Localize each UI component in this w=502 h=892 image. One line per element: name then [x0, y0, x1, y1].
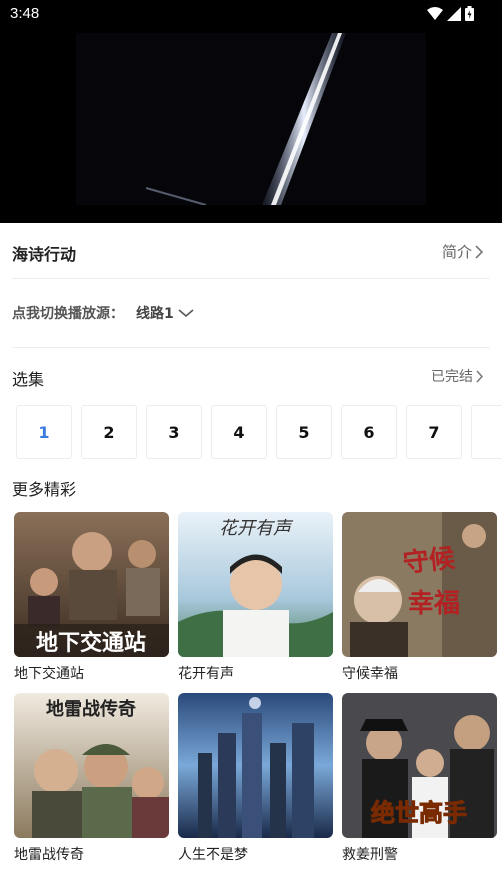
- video-player-area[interactable]: 3:48: [0, 0, 502, 223]
- battery-icon: [465, 6, 474, 21]
- poster-image[interactable]: 地雷战传奇: [14, 693, 169, 838]
- recommend-card[interactable]: 人生不是梦: [178, 693, 333, 864]
- card-title: 人生不是梦: [178, 847, 248, 863]
- signal-icon: [447, 6, 461, 21]
- poster-image[interactable]: 绝世高手: [342, 693, 497, 838]
- title-row: 海诗行动 简介: [12, 239, 484, 267]
- recommend-card[interactable]: 守候 幸福 守候幸福: [342, 512, 497, 683]
- divider: [12, 278, 490, 279]
- svg-text:守候: 守候: [401, 543, 457, 579]
- episodes-title: 选集: [12, 370, 45, 389]
- divider: [12, 347, 490, 348]
- episodes-status-button[interactable]: 已完结: [431, 366, 484, 386]
- episode-button[interactable]: 6: [341, 405, 397, 459]
- episode-button[interactable]: 1: [16, 405, 72, 459]
- episodes-status: 已完结: [431, 369, 473, 385]
- detail-panel: 海诗行动 简介 点我切换播放源： 线路1 选集 已完结 1234567 更多精彩: [0, 223, 502, 892]
- svg-text:幸福: 幸福: [408, 589, 460, 619]
- recommend-card[interactable]: 绝世高手 救姜刑警: [342, 693, 497, 864]
- poster-image[interactable]: [178, 693, 333, 838]
- episode-button[interactable]: 4: [211, 405, 267, 459]
- show-title: 海诗行动: [12, 245, 77, 264]
- episode-button-partial[interactable]: [471, 405, 502, 459]
- status-icons: [427, 6, 474, 21]
- video-still: [76, 33, 426, 205]
- recommend-grid: 地下交通站 地下交通站 花开有声 花开有声 守候 幸福 守候幸福 地雷战传奇 地…: [14, 512, 498, 864]
- chevron-right-icon: [475, 244, 484, 259]
- svg-text:地下交通站: 地下交通站: [36, 630, 146, 656]
- chevron-right-icon: [476, 369, 484, 383]
- recommend-card[interactable]: 地下交通站 地下交通站: [14, 512, 169, 683]
- svg-text:绝世高手: 绝世高手: [371, 798, 467, 827]
- card-title: 花开有声: [178, 666, 234, 682]
- status-time: 3:48: [10, 5, 40, 22]
- episodes-header: 选集 已完结: [12, 365, 484, 389]
- poster-image[interactable]: 地下交通站: [14, 512, 169, 657]
- source-value: 线路1: [136, 306, 174, 322]
- source-label: 点我切换播放源：: [12, 306, 124, 322]
- status-bar: 3:48: [0, 0, 502, 30]
- svg-text:花开有声: 花开有声: [219, 518, 294, 539]
- svg-text:地雷战传奇: 地雷战传奇: [46, 698, 136, 720]
- card-title: 地下交通站: [14, 666, 84, 682]
- wifi-icon: [427, 6, 443, 20]
- card-title: 地雷战传奇: [14, 847, 84, 863]
- card-title: 守候幸福: [342, 666, 398, 682]
- source-dropdown[interactable]: 线路1: [136, 303, 194, 323]
- episode-button[interactable]: 5: [276, 405, 332, 459]
- source-switch[interactable]: 点我切换播放源： 线路1: [12, 301, 194, 325]
- episode-button[interactable]: 3: [146, 405, 202, 459]
- chevron-down-icon: [178, 309, 194, 318]
- poster-image[interactable]: 花开有声: [178, 512, 333, 657]
- recommend-card[interactable]: 花开有声 花开有声: [178, 512, 333, 683]
- video-frame[interactable]: [76, 33, 426, 205]
- poster-image[interactable]: 守候 幸福: [342, 512, 497, 657]
- card-title: 救姜刑警: [342, 847, 398, 863]
- episode-button[interactable]: 2: [81, 405, 137, 459]
- more-title: 更多精彩: [12, 480, 77, 499]
- intro-label: 简介: [441, 243, 472, 261]
- intro-button[interactable]: 简介: [442, 241, 484, 262]
- recommend-card[interactable]: 地雷战传奇 地雷战传奇: [14, 693, 169, 864]
- episode-button[interactable]: 7: [406, 405, 462, 459]
- episode-list[interactable]: 1234567: [16, 405, 502, 459]
